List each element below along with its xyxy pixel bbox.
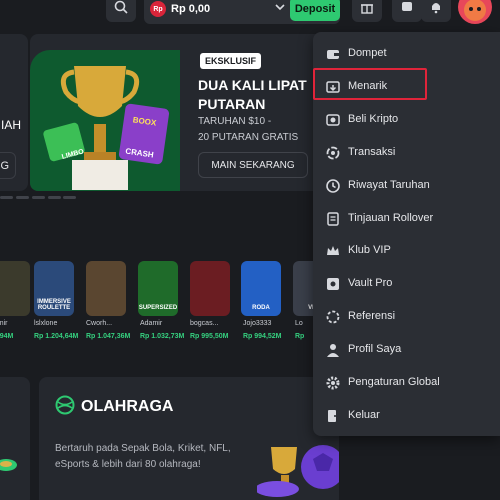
menu-item-profil-saya[interactable]: Profil Saya bbox=[313, 333, 500, 366]
sports-card[interactable]: OLAHRAGA Bertaruh pada Sepak Bola, Krike… bbox=[39, 377, 339, 500]
win-amount: Rp 994,52M bbox=[243, 333, 282, 340]
menu-item-referensi[interactable]: Referensi bbox=[313, 300, 500, 333]
rewards-button[interactable] bbox=[352, 0, 382, 22]
menu-item-transaksi[interactable]: Transaksi bbox=[313, 136, 500, 169]
sports-trophy-illustration bbox=[257, 445, 339, 497]
winner-name: Lo bbox=[295, 320, 303, 327]
avatar[interactable] bbox=[458, 0, 492, 24]
search-button[interactable] bbox=[106, 0, 136, 22]
menu-item-keluar[interactable]: Keluar bbox=[313, 399, 500, 432]
vault-icon bbox=[325, 276, 341, 292]
carousel-dot[interactable] bbox=[63, 196, 76, 199]
winner-name: Cworh... bbox=[86, 320, 113, 327]
menu-item-klub-vip[interactable]: Klub VIP bbox=[313, 234, 500, 267]
chevron-down-icon[interactable] bbox=[274, 1, 286, 13]
sports-description: Bertaruh pada Sepak Bola, Kriket, NFL, e… bbox=[55, 443, 231, 470]
carousel-dot[interactable] bbox=[48, 196, 61, 199]
menu-item-beli-kripto[interactable]: Beli Kripto bbox=[313, 103, 500, 136]
game-tile[interactable] bbox=[86, 261, 126, 316]
casino-card-partial[interactable] bbox=[0, 377, 30, 500]
user-icon bbox=[325, 342, 341, 358]
menu-item-label: Dompet bbox=[348, 47, 387, 59]
menu-item-label: Tinjauan Rollover bbox=[348, 211, 434, 224]
bell-icon bbox=[432, 3, 440, 14]
wallet-balance[interactable]: Rp Rp 0,00 Deposit bbox=[144, 0, 340, 24]
chat-button[interactable] bbox=[392, 0, 422, 22]
menu-item-label: Riwayat Taruhan bbox=[348, 178, 430, 191]
crypto-icon bbox=[325, 112, 341, 128]
crown-icon bbox=[325, 243, 341, 259]
menu-item-label: Pengaturan Global bbox=[348, 376, 440, 388]
transaction-icon bbox=[325, 145, 341, 161]
menu-item-tinjauan-rollover[interactable]: Tinjauan Rollover bbox=[313, 202, 500, 235]
winner-name: Adamir bbox=[140, 320, 163, 327]
chat-icon bbox=[402, 2, 412, 11]
game-title: IMMERSIVE ROULETTE bbox=[37, 299, 71, 311]
avatar-icon bbox=[464, 0, 486, 21]
carousel-indicators bbox=[0, 196, 80, 200]
game-tile[interactable]: IMMERSIVE ROULETTE bbox=[34, 261, 74, 316]
menu-item-riwayat-taruhan[interactable]: Riwayat Taruhan bbox=[313, 169, 500, 202]
win-amount: Rp bbox=[295, 333, 305, 340]
search-icon bbox=[114, 0, 128, 14]
game-title: SUPERSIZED bbox=[138, 305, 178, 311]
trophy-illustration: LIMBO BOOX CRASH bbox=[43, 66, 170, 190]
menu-item-pengaturan-global[interactable]: Pengaturan Global bbox=[313, 366, 500, 399]
carousel-dot[interactable] bbox=[32, 196, 45, 199]
rollover-icon bbox=[325, 211, 341, 227]
logout-icon bbox=[325, 408, 341, 424]
menu-item-vault-pro[interactable]: Vault Pro bbox=[313, 267, 500, 300]
menu-item-label: Profil Saya bbox=[348, 343, 402, 356]
win-amount: 32,94M bbox=[0, 333, 14, 340]
carousel-dot[interactable] bbox=[16, 196, 29, 199]
top-header: Rp Rp 0,00 Deposit bbox=[0, 0, 500, 26]
winner-name: damir bbox=[0, 320, 8, 327]
menu-item-label: Transaksi bbox=[348, 145, 396, 158]
wallet-icon bbox=[325, 46, 341, 62]
game-tile[interactable] bbox=[0, 261, 30, 316]
menu-item-label: Klub VIP bbox=[348, 244, 391, 257]
promo-card[interactable]: LIMBO BOOX CRASH EKSKLUSIF DUA KALI LIPA… bbox=[30, 34, 350, 191]
menu-item-label: Beli Kripto bbox=[348, 112, 399, 125]
carousel-dot[interactable] bbox=[0, 196, 13, 199]
play-now-button[interactable]: MAIN SEKARANG bbox=[198, 152, 308, 178]
gift-icon bbox=[361, 4, 373, 14]
history-icon bbox=[325, 178, 341, 194]
game-tile[interactable] bbox=[190, 261, 230, 316]
game-tile[interactable]: SUPERSIZED bbox=[138, 261, 178, 316]
sports-title: OLAHRAGA bbox=[81, 398, 174, 415]
promo-previous-text: IAH bbox=[0, 118, 21, 132]
win-amount: Rp 1.047,36M bbox=[86, 333, 131, 340]
menu-item-label: Keluar bbox=[348, 408, 380, 421]
menu-item-dompet[interactable]: Dompet bbox=[313, 37, 500, 70]
balance-amount: Rp 0,00 bbox=[171, 3, 211, 15]
promo-previous-button[interactable]: G bbox=[0, 152, 16, 179]
deposit-button[interactable]: Deposit bbox=[290, 0, 340, 21]
win-amount: Rp 995,50M bbox=[190, 333, 229, 340]
menu-item-label: Vault Pro bbox=[348, 277, 393, 290]
winner-name: lslxlone bbox=[34, 320, 58, 327]
gear-icon bbox=[325, 375, 341, 391]
winner-name: Jojo3333 bbox=[243, 320, 272, 327]
win-amount: Rp 1.204,64M bbox=[34, 333, 79, 340]
menu-item-label: Referensi bbox=[348, 310, 396, 323]
referral-icon bbox=[325, 309, 341, 325]
exclusive-badge: EKSKLUSIF bbox=[200, 53, 262, 69]
game-title: RODA bbox=[252, 305, 270, 311]
chip-icon bbox=[0, 459, 17, 471]
win-amount: Rp 1.032,73M bbox=[140, 333, 185, 340]
winner-name: bogcas... bbox=[190, 320, 219, 327]
notifications-button[interactable] bbox=[421, 0, 451, 22]
currency-icon: Rp bbox=[150, 1, 166, 17]
menu-highlight-box bbox=[313, 68, 427, 100]
sports-ball-icon bbox=[55, 395, 75, 415]
game-tile[interactable]: RODA bbox=[241, 261, 281, 316]
